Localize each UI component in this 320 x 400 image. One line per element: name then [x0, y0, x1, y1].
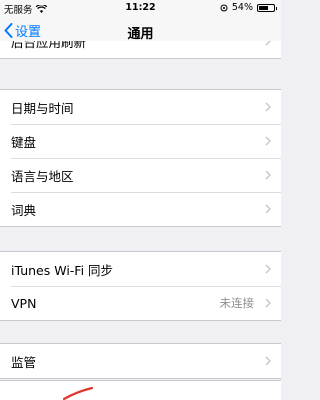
settings-group-sync: iTunes Wi-Fi 同步 VPN 未连接: [0, 251, 281, 321]
chevron-right-icon: [265, 102, 271, 112]
vpn-status: 未连接: [219, 296, 255, 310]
row-label: 后台应用刷新: [11, 41, 87, 50]
row-dictionary[interactable]: 词典: [0, 192, 281, 226]
battery-fill: [259, 5, 268, 10]
row-label: 日期与时间: [11, 100, 74, 116]
settings-group-partial: 后台应用刷新: [0, 41, 281, 59]
chevron-right-icon: [265, 136, 271, 146]
chevron-right-icon: [265, 41, 271, 46]
row-label: 键盘: [11, 134, 37, 150]
status-right: 54%: [220, 2, 277, 13]
row-vpn[interactable]: VPN 未连接: [0, 286, 281, 320]
row-date-time[interactable]: 日期与时间: [0, 90, 281, 124]
row-label: 语言与地区: [11, 168, 74, 184]
settings-group-supervision: 监管: [0, 343, 281, 379]
chevron-right-icon: [265, 204, 271, 214]
row-label: 监管: [11, 354, 37, 370]
row-keyboard[interactable]: 键盘: [0, 124, 281, 158]
row-supervision[interactable]: 监管: [0, 344, 281, 378]
battery-icon: [257, 3, 277, 12]
chevron-right-icon: [265, 170, 271, 180]
settings-group-locale: 日期与时间 键盘 语言与地区 词典: [0, 89, 281, 227]
location-icon: [220, 4, 228, 11]
row-label: VPN: [11, 295, 37, 311]
chevron-right-icon: [265, 298, 271, 308]
annotation-arrow-mark: [62, 386, 94, 400]
chevron-right-icon: [265, 264, 271, 274]
status-bar: 无服务 11:22 54%: [0, 0, 281, 16]
row-itunes-wifi-sync[interactable]: iTunes Wi-Fi 同步: [0, 252, 281, 286]
page-title: 通用: [127, 27, 154, 42]
row-language-region[interactable]: 语言与地区: [0, 158, 281, 192]
row-background-app-refresh[interactable]: 后台应用刷新: [0, 41, 281, 58]
row-label: 词典: [11, 202, 37, 218]
battery-percent: 54%: [231, 2, 253, 13]
settings-group-next: [0, 380, 281, 400]
chevron-right-icon: [265, 356, 271, 366]
row-label: iTunes Wi-Fi 同步: [11, 262, 114, 278]
